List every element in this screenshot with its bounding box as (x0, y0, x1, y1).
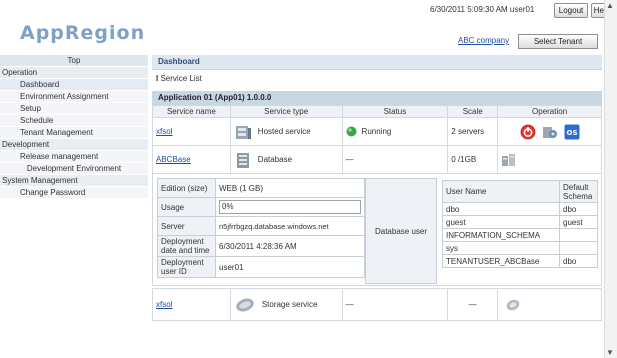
table-row: guest guest (442, 215, 598, 229)
header: AppRegion 6/30/2011 5:09:30 AM user01 Lo… (0, 0, 613, 55)
status-text: Running (361, 127, 392, 136)
service-list-label: Service List (160, 74, 202, 83)
status-text: — (345, 300, 354, 309)
user-name-header: User Name (442, 180, 560, 203)
default-schema-header: Default Schema (559, 180, 598, 203)
table-row: dbo dbo (442, 202, 598, 216)
server-label: Server (157, 216, 216, 236)
database-detail-panel: Edition (size) WEB (1 GB) Usage 0% Serve… (152, 173, 602, 286)
scale-text: 0 /1GB (451, 155, 477, 164)
usage-field: 0% (219, 200, 361, 214)
page-title: Dashboard (152, 55, 602, 70)
sidebar-item-tenant-management[interactable]: Tenant Management (0, 127, 148, 139)
col-header-service-type: Service type (229, 105, 343, 118)
table-row: ABCBase Database — 0 /1GB (152, 145, 602, 174)
database-properties-table: Edition (size) WEB (1 GB) Usage 0% Serve… (157, 178, 365, 278)
sidebar-item-setup[interactable]: Setup (0, 103, 148, 115)
stop-service-icon[interactable] (520, 124, 536, 140)
table-row: sys (442, 241, 598, 255)
sidebar-item-dashboard[interactable]: Dashboard (0, 79, 148, 91)
service-type: Hosted service (257, 127, 311, 136)
status-text: — (345, 155, 354, 164)
sidebar-section-development[interactable]: Development (0, 139, 148, 151)
main-content: Dashboard I Service List Application 01 … (152, 55, 602, 358)
deployment-date-value: 6/30/2011 4:28:36 AM (215, 235, 365, 257)
scale-text: 2 servers (451, 127, 485, 136)
scale-text: — (468, 300, 477, 309)
sidebar-section-system-management[interactable]: System Management (0, 175, 148, 187)
col-header-service-name: Service name (152, 105, 231, 118)
storage-icon (236, 298, 254, 311)
running-status-icon (346, 126, 357, 137)
settings-gear-icon[interactable] (542, 124, 558, 140)
scroll-up-icon[interactable]: ▲ (606, 1, 614, 10)
deployment-date-label: Deployment date and time (157, 235, 216, 257)
user-name-cell: INFORMATION_SCHEMA (442, 228, 560, 242)
table-row: INFORMATION_SCHEMA (442, 228, 598, 242)
database-operation-icon[interactable] (501, 152, 517, 168)
application-header: Application 01 (App01) 1.0.0.0 (152, 91, 602, 105)
hosted-service-icon (235, 125, 251, 139)
table-row: TENANTUSER_ABCBase dbo (442, 254, 598, 268)
deployment-user-label: Deployment user ID (157, 256, 216, 278)
service-link-xfsol[interactable]: xfsol (156, 127, 172, 136)
schema-cell (559, 228, 598, 242)
sidebar-item-release-management[interactable]: Release management (0, 151, 148, 163)
edition-label: Edition (size) (157, 178, 216, 198)
service-link-xfsol-storage[interactable]: xfsol (156, 300, 172, 309)
company-link[interactable]: ABC company (458, 36, 509, 45)
col-header-scale: Scale (447, 105, 499, 118)
sidebar-item-schedule[interactable]: Schedule (0, 115, 148, 127)
server-value: n5jfrrbgzq.database.windows.net (215, 216, 365, 236)
service-link-abcbase[interactable]: ABCBase (156, 155, 191, 164)
user-name-cell: TENANTUSER_ABCBase (442, 254, 560, 268)
deployment-user-value: user01 (215, 256, 365, 278)
schema-cell (559, 241, 598, 255)
sidebar-section-operation[interactable]: Operation (0, 67, 148, 79)
select-tenant-button[interactable]: Select Tenant (518, 34, 598, 49)
sidebar-item-environment-assignment[interactable]: Environment Assignment (0, 91, 148, 103)
section-marker-icon: I (156, 74, 159, 83)
service-table: Service name Service type Status Scale O… (152, 105, 602, 174)
schema-cell: dbo (559, 254, 598, 268)
app-logo[interactable]: AppRegion (20, 22, 145, 44)
col-header-status: Status (341, 105, 449, 118)
os-icon[interactable]: OS (564, 124, 580, 140)
database-user-label: Database user (365, 178, 437, 284)
sidebar-item-development-environment[interactable]: Development Environment (0, 163, 148, 175)
col-header-operation: Operation (497, 105, 602, 118)
scroll-down-icon[interactable]: ▼ (606, 348, 614, 357)
user-name-cell: dbo (442, 202, 560, 216)
svg-text:OS: OS (566, 129, 577, 137)
datetime-user: 6/30/2011 5:09:30 AM user01 (430, 5, 535, 14)
service-type: Database (257, 155, 293, 164)
usage-label: Usage (157, 197, 216, 217)
storage-operation-icon[interactable] (505, 297, 521, 313)
user-name-cell: sys (442, 241, 560, 255)
schema-cell: dbo (559, 202, 598, 216)
table-row: xfsol Storage service — — (152, 288, 602, 321)
table-row: xfsol Hosted service Running 2 servers O… (152, 117, 602, 146)
vertical-scrollbar[interactable] (604, 0, 617, 358)
page: AppRegion 6/30/2011 5:09:30 AM user01 Lo… (0, 0, 617, 358)
edition-value: WEB (1 GB) (215, 178, 365, 198)
schema-cell: guest (559, 215, 598, 229)
sidebar-item-change-password[interactable]: Change Password (0, 187, 148, 199)
logout-button[interactable]: Logout (554, 3, 588, 18)
storage-service-table: xfsol Storage service — — (152, 288, 602, 321)
service-type: Storage service (261, 300, 318, 309)
database-icon (236, 152, 249, 168)
sidebar: Top Operation Dashboard Environment Assi… (0, 55, 148, 358)
user-name-cell: guest (442, 215, 560, 229)
sidebar-item-top[interactable]: Top (0, 55, 148, 67)
service-list-heading: I Service List (156, 74, 202, 83)
database-user-table: User Name Default Schema dbo dbo guest g… (442, 180, 598, 268)
